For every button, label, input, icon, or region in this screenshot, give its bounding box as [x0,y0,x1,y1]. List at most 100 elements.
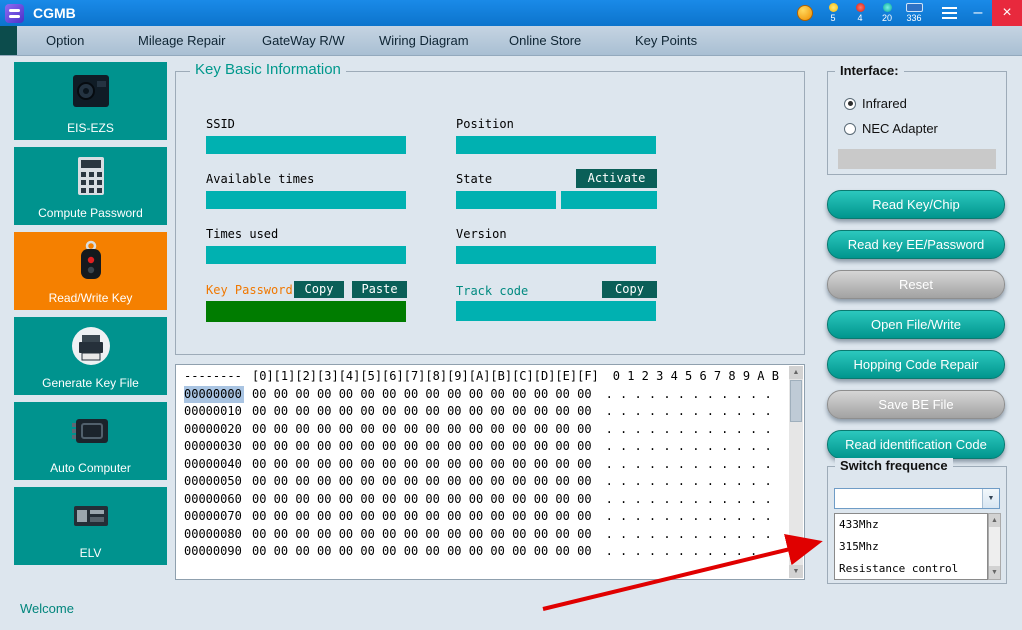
hex-ascii: . . . . . . . . . . . . [605,526,772,541]
hex-editor-panel: -------- [0][1][2][3][4][5][6][7][8][9][… [175,364,805,580]
hex-ascii: . . . . . . . . . . . . [605,439,772,453]
hex-ascii-header: 0 1 2 3 4 5 6 7 8 9 A B [612,369,779,383]
hex-row[interactable]: 00000050 00 00 00 00 00 00 00 00 00 00 0… [184,473,784,491]
titlebar-stat[interactable]: 336 [902,3,926,23]
key-password-field[interactable] [206,301,406,322]
close-button[interactable]: × [992,0,1022,26]
sidebar-item-auto-computer[interactable]: Auto Computer [14,402,167,480]
action-button[interactable]: Read Key/Chip [827,190,1005,219]
radio-infrared[interactable]: Infrared [844,96,907,111]
action-button[interactable]: Open File/Write [827,310,1005,339]
radio-label[interactable]: NEC Adapter [862,121,938,136]
scroll-down-icon[interactable]: ▼ [989,566,1000,579]
scroll-up-icon[interactable]: ▲ [789,366,803,379]
action-button[interactable]: Read identification Code [827,430,1005,459]
menu-item-key-points[interactable]: Key Points [635,33,697,48]
radio-checked-icon[interactable] [844,97,856,110]
hex-address[interactable]: 00000020 [184,421,244,439]
version-label: Version [456,227,507,241]
radio-unchecked-icon[interactable] [844,122,856,135]
scroll-up-icon[interactable]: ▲ [989,514,1000,527]
track-code-field[interactable] [456,301,656,321]
hex-bytes: 00 00 00 00 00 00 00 00 00 00 00 00 00 0… [252,491,592,506]
hex-scrollbar[interactable]: ▲ ▼ [789,366,803,578]
menu-item-wiring-diagram[interactable]: Wiring Diagram [379,33,469,48]
version-field[interactable] [456,246,656,264]
state-field-2[interactable] [561,191,657,209]
minimize-button[interactable]: – [964,0,992,26]
copy-password-button[interactable]: Copy [294,281,344,298]
interface-group-title: Interface: [835,63,904,78]
menu-button[interactable] [934,0,964,26]
dropdown-scrollbar[interactable]: ▲ ▼ [988,513,1001,580]
menu-item-mileage-repair[interactable]: Mileage Repair [138,33,225,48]
hex-row[interactable]: 00000040 00 00 00 00 00 00 00 00 00 00 0… [184,456,784,474]
action-button[interactable]: Save BE File [827,390,1005,419]
hex-row[interactable]: 00000030 00 00 00 00 00 00 00 00 00 00 0… [184,438,784,456]
hex-address[interactable]: 00000000 [184,385,244,403]
state-label: State [456,172,493,186]
interface-group: Interface: Infrared NEC Adapter [827,63,1007,175]
hex-address[interactable]: 00000010 [184,403,244,421]
action-button[interactable]: Read key EE/Password [827,230,1005,259]
hex-address[interactable]: 00000040 [184,456,244,474]
chevron-down-icon[interactable]: ▼ [982,489,999,508]
times-used-label: Times used [206,227,279,241]
menu-item-online-store[interactable]: Online Store [509,33,581,48]
stat-value: 5 [830,13,836,23]
titlebar-stat[interactable]: 5 [821,3,845,23]
action-button[interactable]: Hopping Code Repair [827,350,1005,379]
app-icon [5,3,24,23]
hex-address[interactable]: 00000060 [184,491,244,509]
sidebar-item-eis-ezs[interactable]: EIS-EZS [14,62,167,140]
status-text: Welcome [20,601,74,616]
sidebar-item-label: EIS-EZS [67,121,114,135]
hex-ascii: . . . . . . . . . . . . [605,386,772,401]
dropdown-option[interactable]: 315Mhz [835,536,987,558]
action-button[interactable]: Reset [827,270,1005,299]
scrollbar-thumb[interactable] [790,380,802,422]
position-field[interactable] [456,136,656,154]
titlebar-stat[interactable]: 20 [875,3,899,23]
times-used-field[interactable] [206,246,406,264]
hex-row[interactable]: 00000010 00 00 00 00 00 00 00 00 00 00 0… [184,403,784,421]
hex-address[interactable]: 00000090 [184,543,244,561]
menu-item-option[interactable]: Option [46,33,84,48]
hex-row[interactable]: 00000060 00 00 00 00 00 00 00 00 00 00 0… [184,491,784,509]
sidebar-item-generate-key-file[interactable]: Generate Key File [14,317,167,395]
scroll-down-icon[interactable]: ▼ [789,565,803,578]
hex-row[interactable]: 00000070 00 00 00 00 00 00 00 00 00 00 0… [184,508,784,526]
dropdown-option[interactable]: Resistance control [835,558,987,579]
stat-value: 20 [881,13,892,23]
calculator-icon [77,157,104,195]
hex-address[interactable]: 00000080 [184,526,244,544]
hex-row[interactable]: 00000080 00 00 00 00 00 00 00 00 00 00 0… [184,526,784,544]
hex-address[interactable]: 00000050 [184,473,244,491]
available-times-field[interactable] [206,191,406,209]
dropdown-option[interactable]: 433Mhz [835,514,987,536]
sidebar-item-read-write-key[interactable]: Read/Write Key [14,232,167,310]
available-times-label: Available times [206,172,315,186]
group-title: Key Basic Information [190,61,346,78]
copy-track-code-button[interactable]: Copy [602,281,657,298]
titlebar-stat[interactable]: 4 [848,3,872,23]
state-field-1[interactable] [456,191,556,209]
hex-row[interactable]: 00000020 00 00 00 00 00 00 00 00 00 00 0… [184,421,784,439]
hex-row[interactable]: 00000090 00 00 00 00 00 00 00 00 00 00 0… [184,543,784,561]
ssid-field[interactable] [206,136,406,154]
frequency-combobox[interactable]: ▼ [834,488,1000,509]
hex-bytes: 00 00 00 00 00 00 00 00 00 00 00 00 00 0… [252,404,592,418]
hex-row[interactable]: 00000000 00 00 00 00 00 00 00 00 00 00 0… [184,385,784,403]
sidebar-item-elv[interactable]: ELV [14,487,167,565]
menu-item-gateway-rw[interactable]: GateWay R/W [262,33,345,48]
paste-password-button[interactable]: Paste [352,281,407,298]
sidebar-item-compute-password[interactable]: Compute Password [14,147,167,225]
hex-ascii: . . . . . . . . . . . . [605,456,772,471]
hex-address[interactable]: 00000070 [184,508,244,526]
activate-button[interactable]: Activate [576,169,657,188]
radio-label[interactable]: Infrared [862,96,907,111]
hex-byte-header: [0][1][2][3][4][5][6][7][8][9][A][B][C][… [252,369,599,383]
radio-nec-adapter[interactable]: NEC Adapter [844,121,938,136]
combobox-value[interactable] [835,489,982,508]
hex-address[interactable]: 00000030 [184,438,244,456]
